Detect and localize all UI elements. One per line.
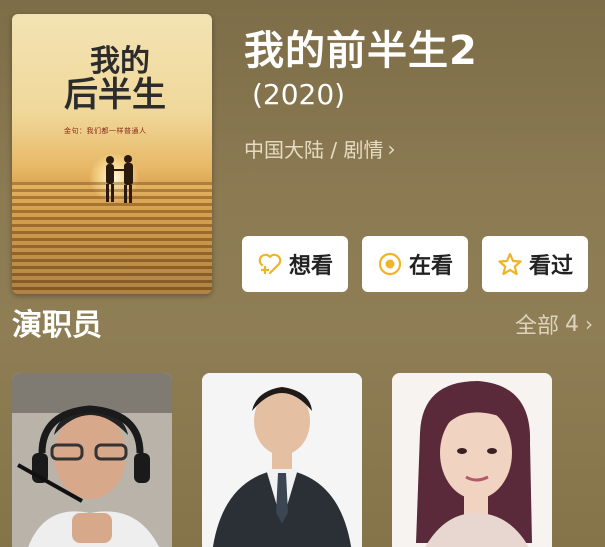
watching-button[interactable]: 在看 bbox=[362, 236, 468, 292]
movie-poster[interactable]: 我的 后半生 金句：我们都一样普通人 bbox=[12, 14, 212, 294]
circle-dot-icon bbox=[378, 252, 402, 276]
actress-photo bbox=[392, 373, 552, 547]
poster-tagline: 金句：我们都一样普通人 bbox=[64, 127, 147, 135]
movie-year: (2020) bbox=[252, 78, 346, 111]
want-to-watch-button[interactable]: 想看 bbox=[242, 236, 348, 292]
actor-photo bbox=[202, 373, 362, 547]
watched-button[interactable]: 看过 bbox=[482, 236, 588, 292]
chevron-right-icon: › bbox=[387, 136, 396, 161]
watched-label: 看过 bbox=[528, 254, 573, 279]
poster-title-art: 我的 后半生 bbox=[64, 46, 174, 113]
poster-side-text-right bbox=[195, 32, 202, 34]
want-to-watch-label: 想看 bbox=[288, 254, 333, 279]
cast-card-director[interactable] bbox=[12, 373, 172, 547]
poster-side-text-left bbox=[20, 32, 27, 34]
chevron-right-icon: › bbox=[585, 312, 593, 336]
poster-title-line1: 我的 bbox=[90, 44, 150, 79]
cast-section-title: 演职员 bbox=[12, 308, 102, 343]
poster-couple-illustration bbox=[106, 155, 133, 203]
cast-all-label: 全部 bbox=[514, 314, 559, 339]
poster-title-line2: 后半生 bbox=[64, 74, 166, 115]
director-photo bbox=[12, 373, 172, 547]
movie-title: 我的前半生2 bbox=[244, 28, 478, 74]
star-icon bbox=[498, 252, 522, 276]
cast-card-actor[interactable] bbox=[202, 373, 362, 547]
movie-genre-link[interactable]: 中国大陆 / 剧情 › bbox=[244, 134, 395, 163]
movie-genre-text: 中国大陆 / 剧情 bbox=[244, 138, 384, 162]
heart-plus-icon bbox=[258, 253, 282, 275]
action-buttons: 想看 在看 看过 bbox=[242, 236, 588, 292]
cast-view-all-link[interactable]: 全部 4 › bbox=[515, 308, 593, 340]
cast-count: 4 bbox=[565, 311, 579, 337]
watching-label: 在看 bbox=[408, 254, 453, 279]
cast-card-actress[interactable] bbox=[392, 373, 552, 547]
